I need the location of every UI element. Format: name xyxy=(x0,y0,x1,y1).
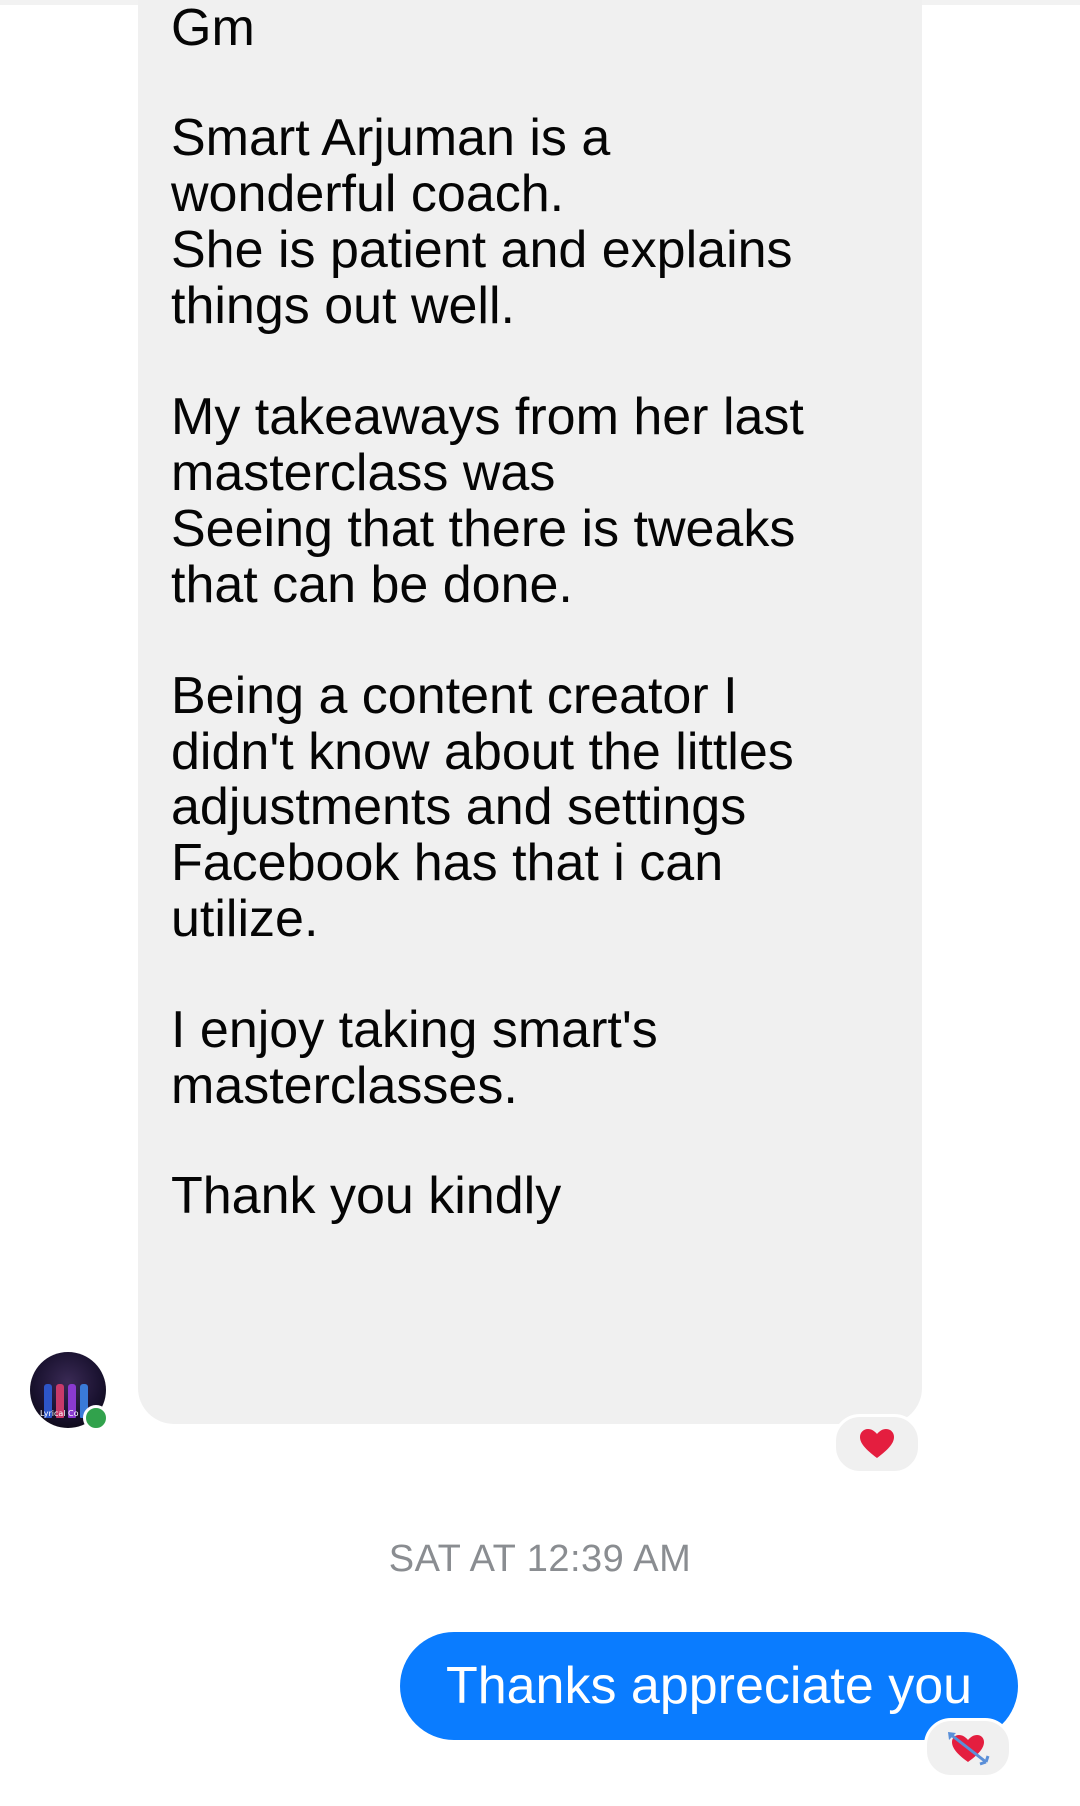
message-line: She is patient and explains xyxy=(171,221,793,279)
outgoing-message-bubble[interactable]: Thanks appreciate you xyxy=(400,1632,1018,1740)
message-line: masterclasses. xyxy=(171,1057,518,1115)
message-reaction[interactable] xyxy=(924,1718,1012,1778)
message-line: masterclass was xyxy=(171,444,556,502)
message-line: Gm xyxy=(171,0,255,57)
online-status-dot xyxy=(83,1405,109,1431)
outgoing-message-text: Thanks appreciate you xyxy=(445,1657,973,1715)
message-line: Being a content creator I xyxy=(171,667,738,725)
message-line: adjustments and settings xyxy=(171,778,747,836)
message-line: utilize. xyxy=(171,890,319,948)
message-line: that can be done. xyxy=(171,556,573,614)
heart-icon xyxy=(860,1429,894,1458)
message-line: wonderful coach. xyxy=(171,165,565,223)
message-line: Smart Arjuman is a xyxy=(171,109,611,167)
message-line: My takeaways from her last xyxy=(171,388,804,446)
message-reaction[interactable] xyxy=(833,1414,921,1474)
message-line: Thank you kindly xyxy=(171,1167,562,1225)
message-line: I enjoy taking smart's xyxy=(171,1001,658,1059)
avatar-caption: Lyrical Co xyxy=(40,1409,79,1418)
message-timestamp: SAT AT 12:39 AM xyxy=(388,1538,692,1580)
heart-with-arrow-icon xyxy=(948,1732,990,1766)
message-line: Seeing that there is tweaks xyxy=(171,500,796,558)
message-line: Facebook has that i can xyxy=(171,834,724,892)
message-line: things out well. xyxy=(171,277,515,335)
messenger-conversation: Gm Smart Arjuman is a wonderful coach. S… xyxy=(0,0,1080,1806)
